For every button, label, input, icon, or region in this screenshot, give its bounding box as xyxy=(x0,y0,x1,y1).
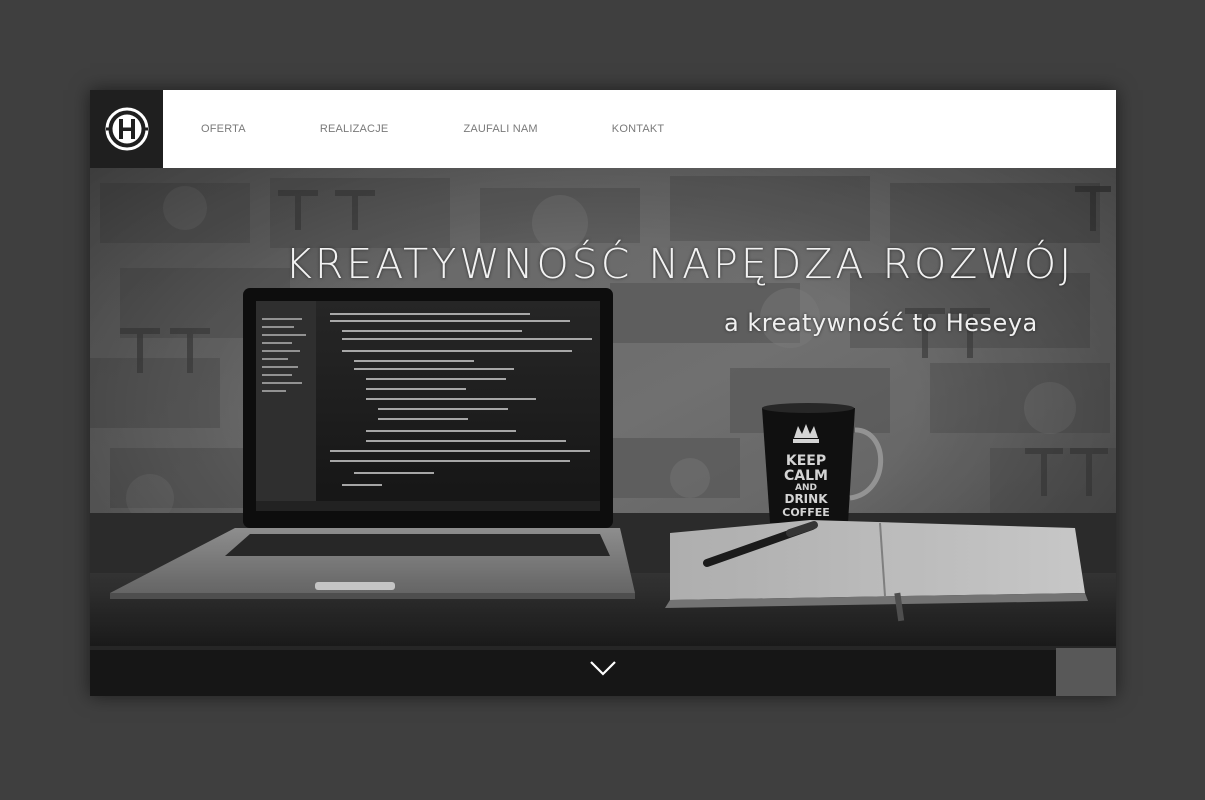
browser-frame: OFERTA REALIZACJE ZAUFALI NAM KONTAKT KR… xyxy=(90,90,1116,696)
logo[interactable] xyxy=(90,90,163,168)
chevron-down-icon[interactable] xyxy=(588,658,618,678)
heseya-logo-icon xyxy=(105,107,148,151)
main-nav: OFERTA REALIZACJE ZAUFALI NAM KONTAKT xyxy=(163,90,664,168)
nav-item-realizacje[interactable]: REALIZACJE xyxy=(320,123,389,135)
nav-item-zaufali-nam[interactable]: ZAUFALI NAM xyxy=(463,123,537,135)
hero-headline: KREATYWNOŚĆ NAPĘDZA ROZWÓJ xyxy=(285,240,1075,288)
hero-subline: a kreatywność to Heseya xyxy=(724,309,1038,337)
nav-item-kontakt[interactable]: KONTAKT xyxy=(612,123,665,135)
top-navigation-bar: OFERTA REALIZACJE ZAUFALI NAM KONTAKT xyxy=(90,90,1116,168)
hero-section: KEEP CALM AND DRINK COFFEE KREATYWNOŚĆ N… xyxy=(90,168,1116,696)
nav-item-oferta[interactable]: OFERTA xyxy=(201,123,246,135)
